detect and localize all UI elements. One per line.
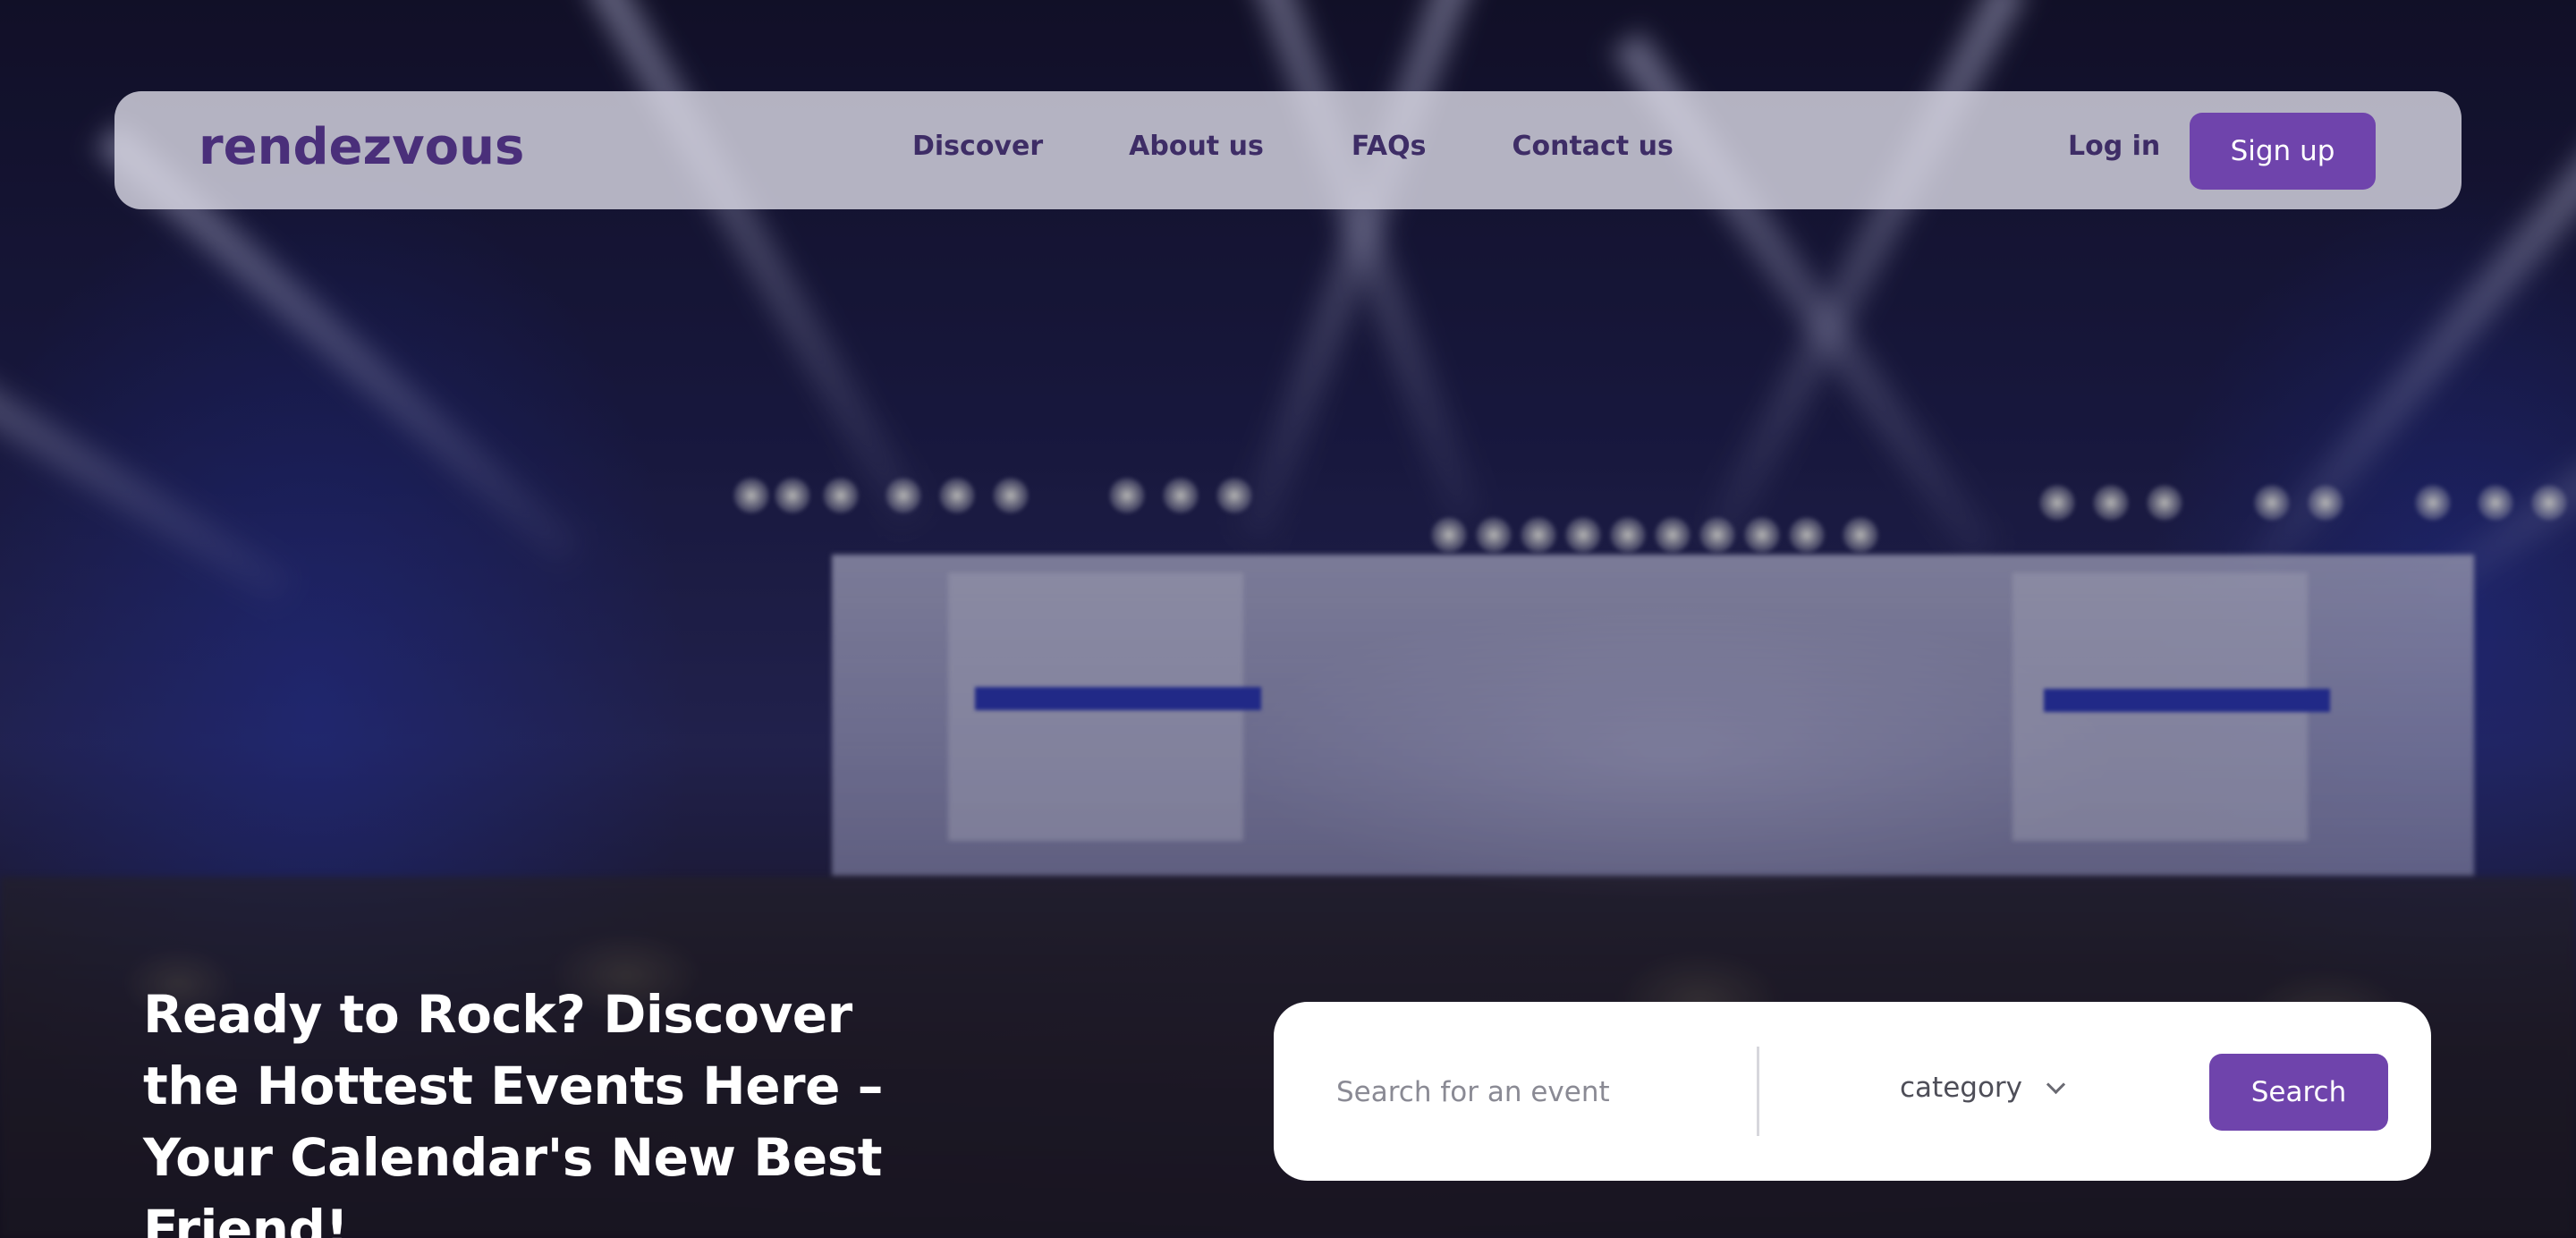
nav-link-discover[interactable]: Discover (912, 131, 1043, 162)
search-input[interactable] (1335, 1056, 1732, 1129)
category-label: category (1900, 1072, 2023, 1104)
signup-button[interactable]: Sign up (2190, 113, 2376, 190)
login-link[interactable]: Log in (2068, 131, 2160, 162)
nav-link-about-us[interactable]: About us (1129, 131, 1264, 162)
search-card: category Search (1274, 1002, 2431, 1181)
navbar: rendezvous Discover About us FAQs Contac… (114, 91, 2462, 209)
search-button[interactable]: Search (2209, 1054, 2388, 1131)
nav-link-contact-us[interactable]: Contact us (1512, 131, 1673, 162)
nav-link-faqs[interactable]: FAQs (1352, 131, 1427, 162)
hero-section: rendezvous Discover About us FAQs Contac… (0, 0, 2576, 1238)
hero-headline: Ready to Rock? Discover the Hottest Even… (143, 984, 884, 1238)
category-dropdown[interactable]: category (1900, 1072, 2066, 1104)
chevron-down-icon (2046, 1074, 2066, 1094)
brand-logo[interactable]: rendezvous (199, 118, 524, 176)
search-divider (1757, 1047, 1759, 1136)
nav-links: Discover About us FAQs Contact us (912, 131, 1674, 162)
